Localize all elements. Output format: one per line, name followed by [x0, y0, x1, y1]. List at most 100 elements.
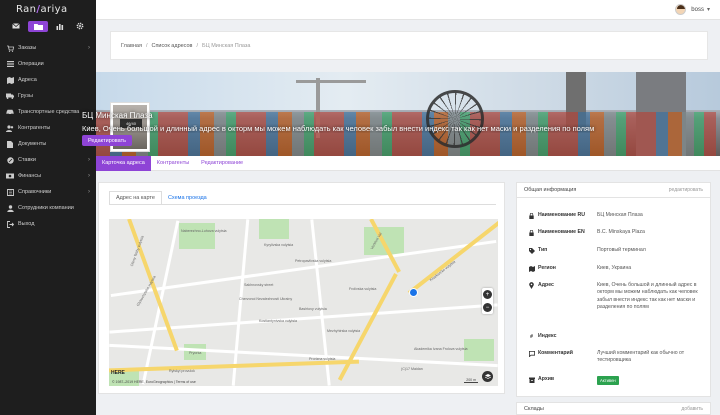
book-icon	[6, 188, 14, 196]
breadcrumb-separator: /	[196, 42, 199, 49]
sidebar-item-label: Операции	[18, 61, 44, 67]
info-row: Адрес Киев, Очень большой и длинный адре…	[517, 282, 712, 311]
sidebar-item-addresses[interactable]: Адреса	[0, 72, 96, 88]
info-row: Наименование EN B.C. Minskaya Plaza	[517, 229, 712, 236]
info-value: Киев, Очень большой и длинный адрес в ок…	[597, 282, 698, 310]
lock-icon	[528, 229, 535, 236]
avatar	[675, 4, 687, 15]
location-pin-icon[interactable]	[409, 288, 418, 297]
map-provider-logo: HERE	[111, 370, 125, 376]
map-label: Petropavlivska vulytsia	[295, 259, 332, 263]
map-label: Mezhyhirska vulytsia	[327, 329, 361, 333]
map-main-road	[407, 219, 498, 295]
truck-icon	[6, 92, 14, 100]
sidebar-item-staff[interactable]: Сотрудники компании	[0, 200, 96, 216]
chevron-right-icon: ›	[88, 45, 90, 51]
tab-route-scheme[interactable]: Схема проезда	[162, 191, 213, 205]
comment-icon	[528, 350, 535, 357]
map-park	[179, 223, 215, 249]
money-icon	[6, 172, 14, 180]
percent-icon	[6, 156, 14, 164]
sidebar-item-finance[interactable]: Финансы ›	[0, 168, 96, 184]
warehouses-title: Склады	[524, 405, 544, 412]
lock-icon	[528, 212, 535, 219]
sidebar-item-references[interactable]: Справочники ›	[0, 184, 96, 200]
user-menu[interactable]: boss ▾	[675, 4, 710, 15]
map-view[interactable]: Naberezhno-Luhova vulytsia Oleny Telihy …	[109, 219, 498, 386]
general-info-title: Общая информация	[524, 187, 577, 193]
sidebar-item-label: Финансы	[18, 173, 42, 179]
general-info-header: Общая информация редактировать	[517, 183, 710, 198]
sidebar-item-operations[interactable]: Операции	[0, 56, 96, 72]
map-label: Frolivska vulytsia	[349, 287, 377, 291]
folder-icon[interactable]	[28, 20, 48, 32]
breadcrumb-current: БЦ Минская Плаза	[202, 42, 251, 49]
tag-icon	[528, 247, 535, 254]
info-value	[597, 333, 701, 339]
edit-info-link[interactable]: редактировать	[669, 187, 703, 193]
gear-icon[interactable]	[72, 21, 88, 32]
sidebar-item-label: Документы	[18, 141, 47, 147]
sidebar-item-label: Контрагенты	[18, 125, 51, 131]
mail-icon[interactable]	[8, 21, 24, 32]
top-bar: boss ▾	[96, 0, 720, 20]
map-tabs-divider	[109, 204, 496, 205]
map-copyright[interactable]: © 1987–2019 HERE, EuroGeographics | Term…	[112, 380, 196, 384]
logo-text-right: ariya	[40, 3, 68, 15]
map-label: Pryorka	[189, 351, 202, 355]
info-row: Архив Активен	[517, 376, 712, 386]
map-label: Kostiantynivska vulytsia	[259, 319, 297, 323]
layers-icon[interactable]	[482, 371, 493, 382]
banner-containers	[96, 112, 716, 156]
map-label: Akademika Ivana Frolova vulytsia	[414, 347, 468, 351]
address-tabs: Карточка адреса Контрагенты Редактирован…	[96, 155, 720, 171]
sidebar-item-label: Заказы	[18, 45, 37, 51]
breadcrumb-address-list[interactable]: Список адресов	[151, 43, 192, 49]
sidebar-item-label: Справочники	[18, 189, 52, 195]
username: boss	[691, 6, 704, 13]
address-text: Киев, Очень большой и длинный адрес в ок…	[82, 124, 595, 133]
sidebar-item-rates[interactable]: Ставки ›	[0, 152, 96, 168]
logo-text-left: Ran	[16, 3, 37, 15]
zoom-out-button[interactable]: −	[483, 303, 492, 312]
info-value: B.C. Minskaya Plaza	[597, 229, 645, 235]
warehouses-card: Склады добавить	[516, 402, 711, 415]
map-label: Chervonoi Nezalezhnosti Ukrainy	[239, 297, 293, 301]
info-value: БЦ Минская Плаза	[597, 212, 643, 218]
tab-editing[interactable]: Редактирование	[195, 156, 249, 171]
cart-icon	[6, 44, 14, 52]
map-label: Kyrylivska vulytsia	[264, 243, 294, 247]
info-key: Адрес	[538, 282, 554, 288]
edit-button[interactable]: Редактировать	[82, 135, 132, 146]
breadcrumb: Главная / Список адресов / БЦ Минская Пл…	[110, 31, 708, 60]
map-label: Prorizna vulytsia	[309, 357, 336, 361]
tab-counterparties[interactable]: Контрагенты	[151, 156, 195, 171]
map-label: Naberezhno-Luhova vulytsia	[181, 229, 227, 233]
chevron-right-icon: ›	[88, 157, 90, 163]
sidebar-item-label: Транспортные средства	[18, 109, 80, 115]
tab-address-card[interactable]: Карточка адреса	[96, 155, 151, 171]
chevron-down-icon: ▾	[706, 7, 710, 13]
tab-map-address[interactable]: Адрес на карте	[109, 191, 162, 205]
pin-icon	[528, 282, 535, 289]
address-title: БЦ Минская Плаза	[82, 111, 153, 120]
sidebar-item-orders[interactable]: Заказы ›	[0, 40, 96, 56]
chart-icon[interactable]	[52, 21, 68, 32]
info-value: Лучший комментарий как обычно от тестиро…	[597, 350, 685, 364]
sidebar-item-label: Выход	[18, 221, 35, 227]
info-row: Наименование RU БЦ Минская Плаза	[517, 212, 712, 219]
add-warehouse-link[interactable]: добавить	[681, 406, 703, 412]
sidebar-item-logout[interactable]: Выход	[0, 216, 96, 232]
app-logo[interactable]: Ran / ariya	[0, 0, 96, 18]
map-label: (C)17 Maidan	[401, 367, 423, 371]
info-key: Регион	[538, 265, 556, 271]
zoom-in-button[interactable]: +	[483, 290, 492, 299]
breadcrumb-home[interactable]: Главная	[121, 43, 142, 49]
map-icon	[6, 76, 14, 84]
map-park	[259, 219, 289, 239]
sidebar-item-label: Адреса	[18, 77, 37, 83]
banner-sky	[96, 72, 720, 110]
map-park	[464, 339, 494, 361]
sidebar-item-cargo[interactable]: Грузы	[0, 88, 96, 104]
map-zoom-control: + −	[482, 288, 493, 314]
